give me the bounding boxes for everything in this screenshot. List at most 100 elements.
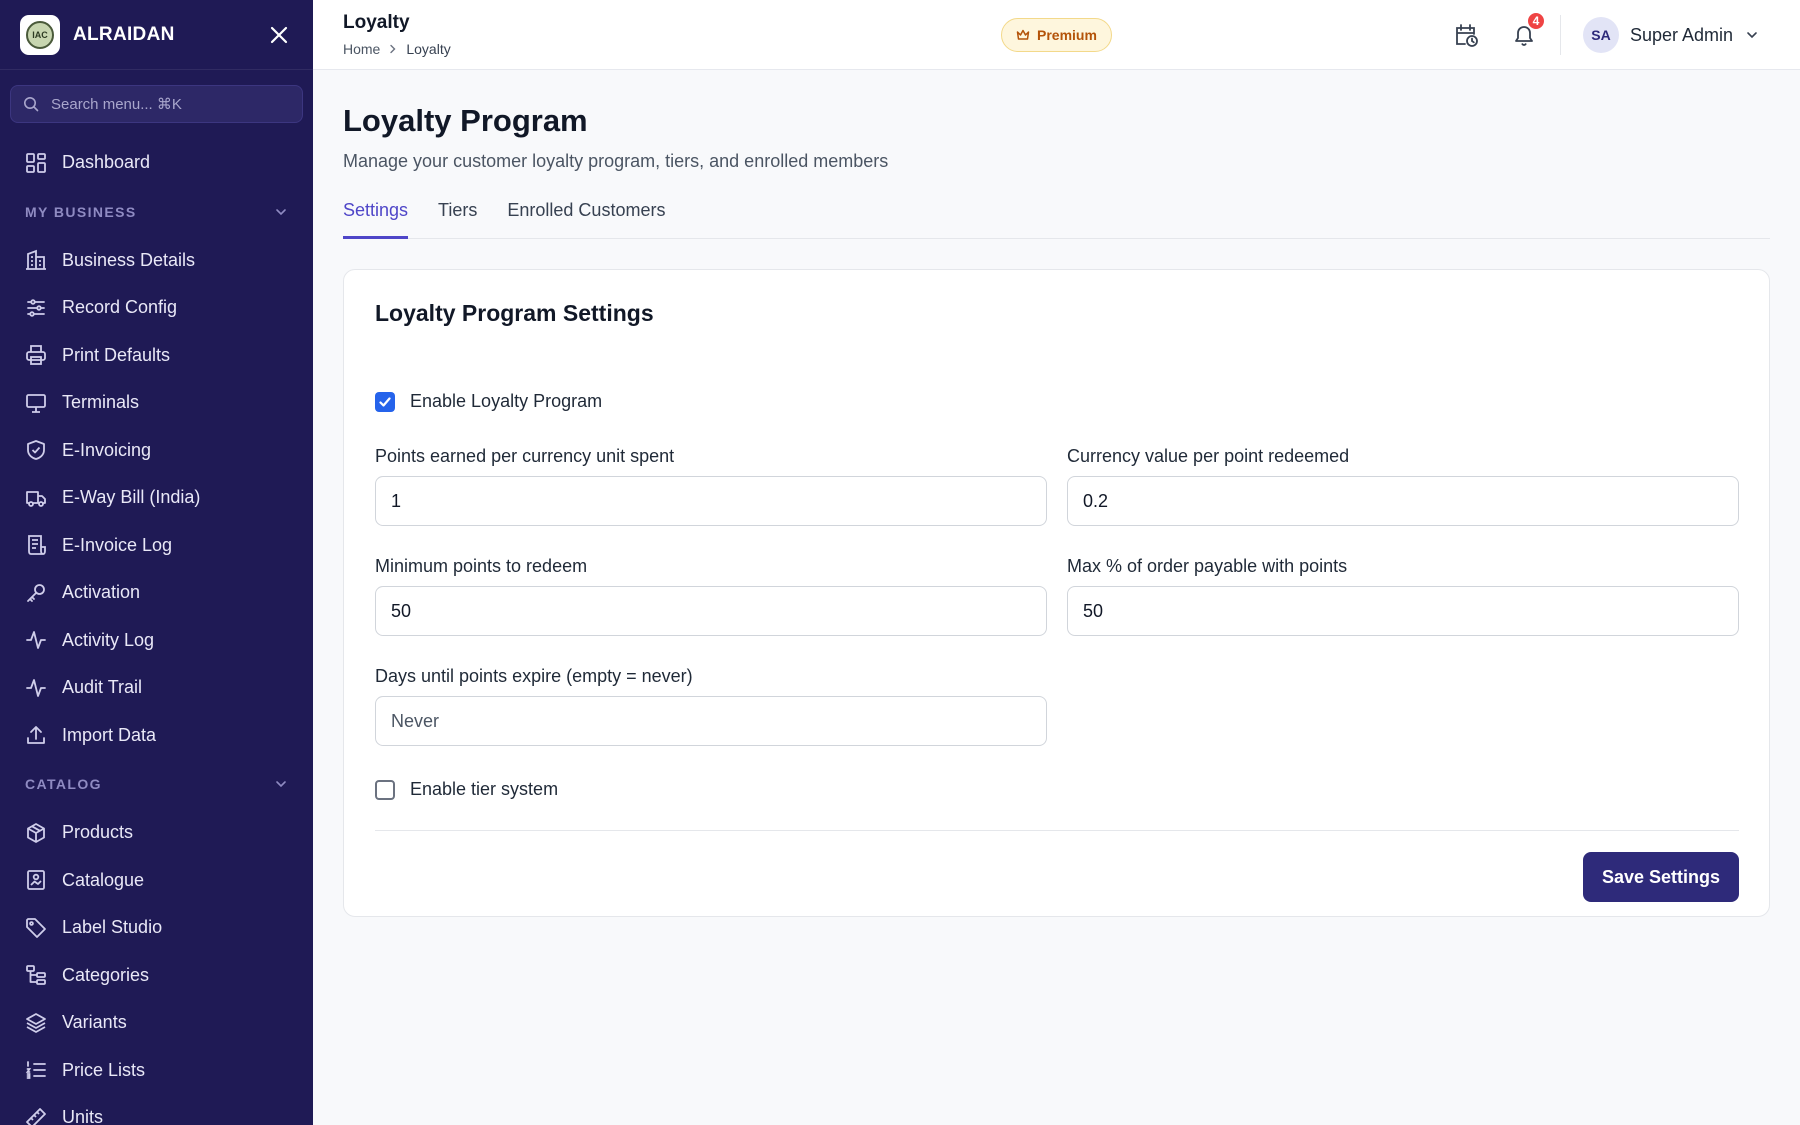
sidebar-item-products[interactable]: Products	[0, 809, 313, 857]
brand-logo[interactable]: IAC	[20, 14, 60, 55]
card-title: Loyalty Program Settings	[375, 300, 654, 326]
enable-tier-row: Enable tier system	[375, 779, 1739, 800]
sidebar-item-label: Products	[62, 822, 134, 843]
enable-tier-label: Enable tier system	[410, 779, 559, 799]
sidebar-item-activation[interactable]: Activation	[0, 569, 313, 617]
sidebar-item-label: Terminals	[62, 392, 140, 413]
sidebar-item-label: Import Data	[62, 724, 157, 745]
receipt-icon	[28, 535, 46, 556]
field-label: Points earned per currency unit spent	[375, 446, 675, 466]
key-icon	[27, 583, 45, 602]
activity-icon	[26, 631, 46, 650]
tag-icon	[26, 917, 46, 938]
header-title-block: Loyalty Home Loyalty	[343, 12, 451, 57]
notification-count-badge: 4	[1526, 11, 1546, 31]
premium-badge: Premium	[1001, 18, 1112, 52]
sidebar-item-dashboard[interactable]: Dashboard	[0, 139, 313, 187]
upload-icon	[27, 726, 45, 745]
field-max-percent: Max % of order payable with points	[1067, 556, 1739, 636]
field-currency-per-point: Currency value per point redeemed	[1067, 446, 1739, 526]
settings-card: Loyalty Program Settings Enable Loyalty …	[343, 269, 1770, 917]
sidebar-item-e-invoice-log[interactable]: E-Invoice Log	[0, 522, 313, 570]
sidebar-item-print-defaults[interactable]: Print Defaults	[0, 332, 313, 380]
section-title: MY BUSINESS	[25, 203, 137, 220]
sidebar-search[interactable]: Search menu... ⌘K	[10, 85, 303, 123]
field-label: Days until points expire (empty = never)	[375, 666, 693, 686]
sidebar-item-price-lists[interactable]: Price Lists	[0, 1047, 313, 1095]
enable-loyalty-checkbox[interactable]	[375, 391, 395, 412]
sidebar-item-variants[interactable]: Variants	[0, 999, 313, 1047]
package-icon	[27, 822, 45, 843]
sidebar-item-label: Units	[62, 1107, 104, 1125]
sidebar-item-catalogue[interactable]: Catalogue	[0, 857, 313, 905]
section-catalog[interactable]: CATALOG	[0, 759, 313, 809]
breadcrumb-current: Loyalty	[406, 41, 451, 57]
sidebar-item-business-details[interactable]: Business Details	[0, 237, 313, 285]
max-percent-input[interactable]	[1067, 586, 1739, 636]
sidebar-item-units[interactable]: Units	[0, 1094, 313, 1125]
sidebar-item-terminals[interactable]: Terminals	[0, 379, 313, 427]
user-menu[interactable]: SA Super Admin	[1583, 17, 1759, 53]
expiry-days-input[interactable]	[375, 696, 1047, 746]
tab-tiers[interactable]: Tiers	[438, 196, 477, 239]
layers-icon	[26, 1012, 46, 1033]
sidebar-item-label: Activation	[62, 582, 141, 603]
field-points-per-unit: Points earned per currency unit spent	[375, 446, 1047, 526]
sidebar-item-e-invoicing[interactable]: E-Invoicing	[0, 427, 313, 475]
dashboard-icon	[26, 152, 46, 173]
sidebar-item-import-data[interactable]: Import Data	[0, 712, 313, 760]
sidebar-item-label: Activity Log	[62, 629, 155, 650]
sidebar-search-placeholder: Search menu... ⌘K	[51, 96, 182, 113]
save-settings-button[interactable]: Save Settings	[1582, 852, 1739, 902]
sidebar-item-label: E-Way Bill (India)	[62, 487, 201, 508]
tab-enrolled-customers[interactable]: Enrolled Customers	[507, 196, 665, 239]
section-my-business[interactable]: MY BUSINESS	[0, 187, 313, 237]
tree-icon	[26, 965, 46, 986]
chevron-right-icon	[388, 44, 398, 54]
notifications-button[interactable]: 4	[1508, 11, 1546, 51]
sidebar-item-label: Variants	[62, 1012, 127, 1033]
main-content: Loyalty Program Manage your customer loy…	[343, 70, 1770, 917]
sidebar-item-e-way-bill[interactable]: E-Way Bill (India)	[0, 474, 313, 522]
breadcrumb-home[interactable]: Home	[343, 41, 380, 57]
sidebar-item-label: Price Lists	[62, 1059, 146, 1080]
check-icon	[379, 396, 391, 407]
truck-icon	[26, 490, 46, 507]
settings-form-grid: Points earned per currency unit spent Cu…	[375, 446, 1739, 746]
sidebar-item-label: Print Defaults	[62, 344, 171, 365]
top-bar: Loyalty Home Loyalty Premium 4 SA Super …	[313, 0, 1800, 70]
points-per-unit-input[interactable]	[375, 476, 1047, 526]
field-label: Minimum points to redeem	[375, 556, 588, 576]
ruler-icon	[26, 1107, 46, 1125]
sidebar-item-activity-log[interactable]: Activity Log	[0, 617, 313, 665]
enable-tier-checkbox[interactable]	[375, 779, 395, 800]
sidebar-item-label: Label Studio	[62, 917, 163, 938]
shield-check-icon	[27, 440, 45, 461]
printer-icon	[26, 345, 46, 366]
header-divider	[1560, 15, 1561, 55]
page-title: Loyalty Program	[343, 103, 588, 138]
sidebar-item-record-config[interactable]: Record Config	[0, 284, 313, 332]
activity-icon	[26, 678, 46, 697]
crown-icon	[1016, 29, 1030, 40]
close-sidebar-button[interactable]	[265, 21, 293, 49]
currency-per-point-input[interactable]	[1067, 476, 1739, 526]
page-subtitle: Manage your customer loyalty program, ti…	[343, 151, 889, 171]
calendar-clock-button[interactable]	[1450, 19, 1482, 51]
search-icon	[24, 97, 39, 112]
chevron-down-icon	[276, 781, 286, 788]
sidebar-item-label: E-Invoicing	[62, 439, 152, 460]
image-book-icon	[27, 870, 45, 891]
list-ordered-icon	[25, 1061, 46, 1080]
sidebar-item-audit-trail[interactable]: Audit Trail	[0, 664, 313, 712]
sidebar-item-label: Dashboard	[62, 152, 151, 173]
monitor-icon	[26, 393, 46, 413]
min-points-input[interactable]	[375, 586, 1047, 636]
sidebar-item-label: Audit Trail	[62, 677, 143, 698]
sidebar-item-label-studio[interactable]: Label Studio	[0, 904, 313, 952]
tab-settings[interactable]: Settings	[343, 196, 409, 239]
header-title: Loyalty	[343, 12, 410, 33]
sliders-icon	[27, 299, 45, 317]
sidebar-item-categories[interactable]: Categories	[0, 952, 313, 1000]
close-icon	[270, 26, 288, 43]
